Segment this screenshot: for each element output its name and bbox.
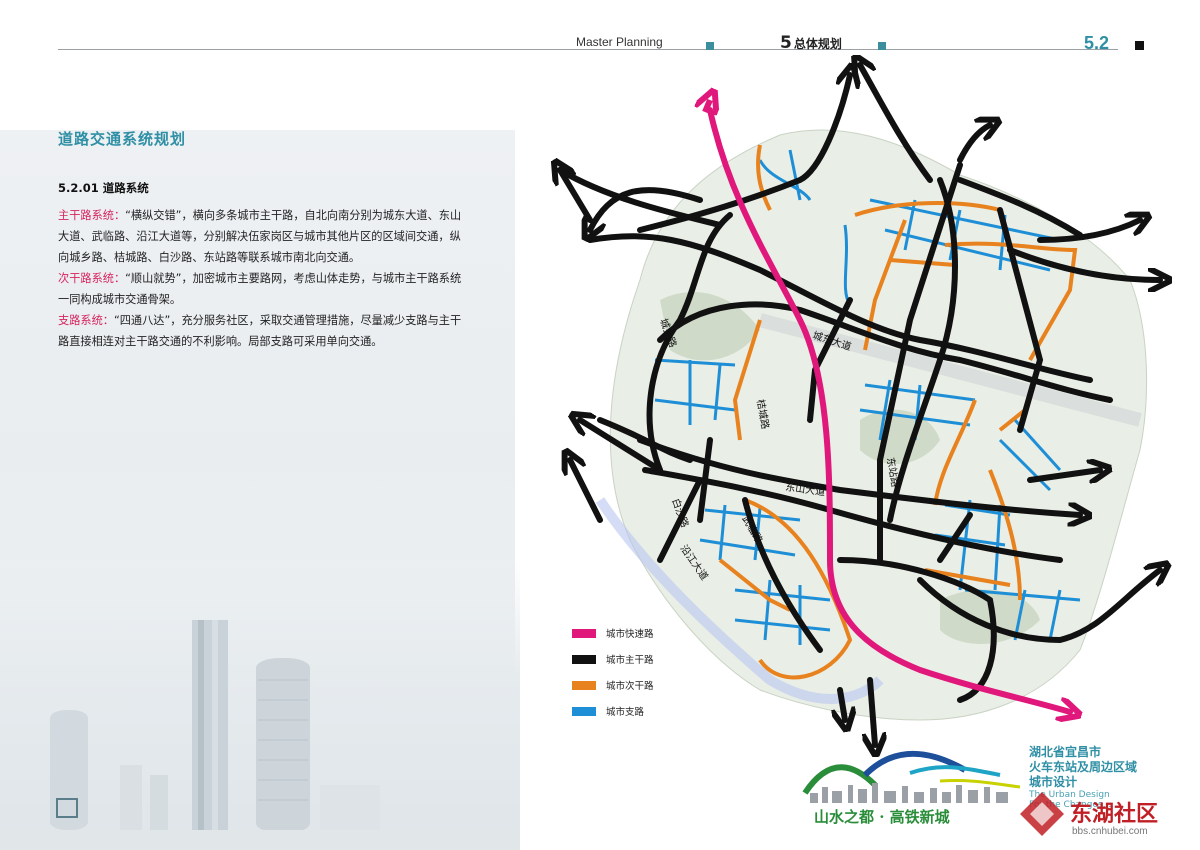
legend-label: 城市次干路 (606, 681, 654, 692)
para-2-label: 次干路系统： (58, 272, 126, 285)
legend-swatch (572, 681, 596, 690)
header-square-1 (706, 42, 714, 50)
legend-swatch (572, 655, 596, 664)
watermark-url: bbs.cnhubei.com (1072, 826, 1148, 837)
legend-label: 城市快速路 (606, 629, 654, 640)
legend-swatch (572, 629, 596, 638)
watermark-text: 东湖社区 (1070, 802, 1159, 827)
chapter-title: 总体规划 (793, 37, 842, 51)
subsection-title: 5.2.01 道路系统 (58, 181, 149, 195)
project-logo-graphic (802, 750, 1021, 803)
section-title: 道路交通系统规划 (58, 130, 187, 148)
corner-logo (56, 798, 78, 818)
watermark-logo-icon (1020, 792, 1064, 836)
body-text: 主干路系统：“横纵交错”，横向多条城市主干路，自北向南分别为城东大道、东山大道、… (58, 205, 468, 352)
page-number: 5.2 (1084, 33, 1110, 53)
para-3-label: 支路系统： (58, 314, 114, 327)
legend-label: 城市支路 (606, 707, 645, 718)
project-title-line-1: 湖北省宜昌市 (1029, 745, 1102, 759)
header-block (1135, 41, 1144, 50)
header-rule (58, 49, 1118, 50)
skyline-illustration (0, 620, 520, 850)
legend-label: 城市主干路 (606, 655, 654, 666)
legend-swatch (572, 707, 596, 716)
header-chapter: 5 总体规划 (780, 33, 842, 53)
chapter-number: 5 (780, 33, 792, 53)
para-3-text: “四通八达”，充分服务社区，采取交通管理措施，尽量减少支路与主干路直接相连对主干… (58, 314, 462, 348)
para-1-label: 主干路系统： (58, 209, 126, 222)
project-title-line-2: 火车东站及周边区域 (1029, 760, 1138, 774)
header-square-2 (878, 42, 886, 50)
project-title-line-3: 城市设计 (1029, 775, 1078, 789)
header-english: Master Planning (576, 35, 663, 49)
slogan: 山水之都 · 高铁新城 (814, 808, 950, 826)
